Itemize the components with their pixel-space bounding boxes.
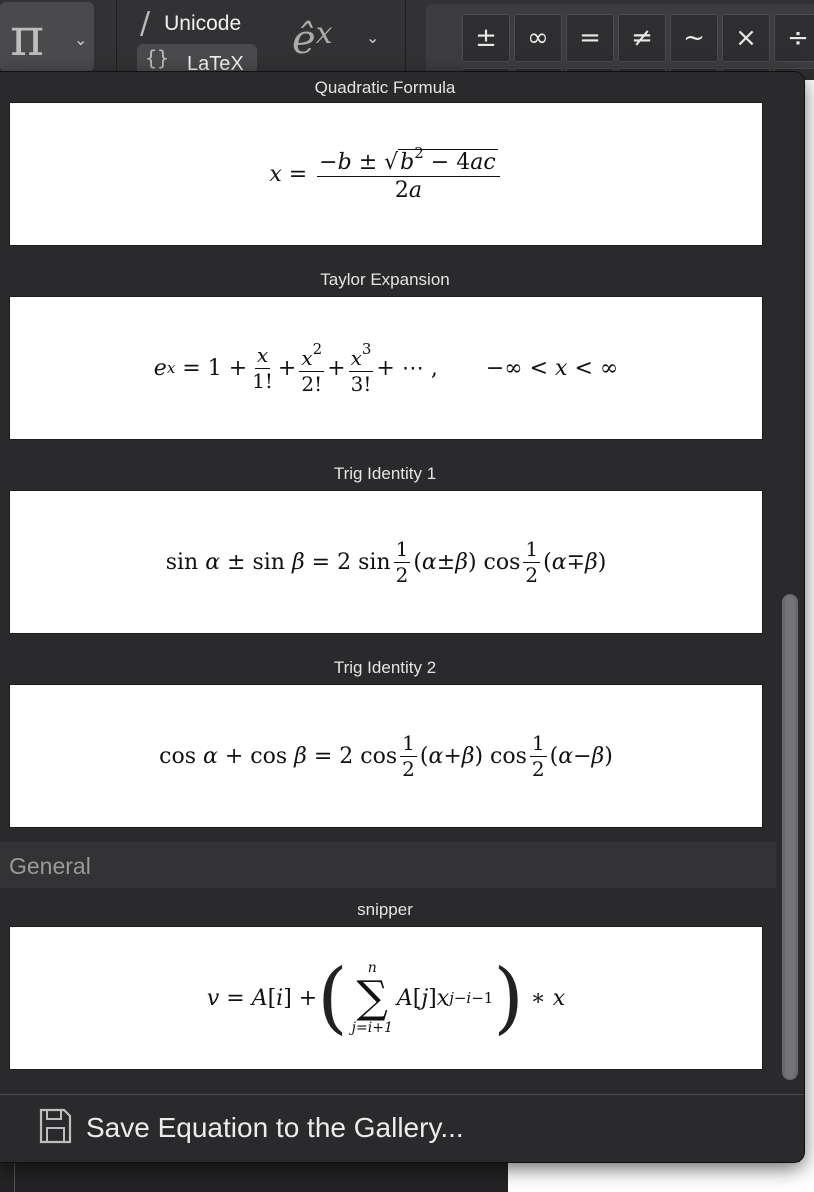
symbol-equals[interactable]: =: [566, 14, 614, 62]
equation-toolbar: π ⌄ / Unicode {} LaTeX êx ⌄ ± ∞ = ≠ ~ × ÷: [0, 0, 814, 86]
gallery-scroll-area[interactable]: Quadratic Formula x = −b ± √b2 − 4ac 2a T…: [0, 72, 776, 1082]
gallery-item-trig-identity-2[interactable]: cos α + cos β = 2 cos 1 2(α + β) cos 1 2(α −…: [9, 684, 763, 828]
unicode-mode-option[interactable]: / Unicode: [140, 6, 241, 41]
gallery-item-label: Taylor Expansion: [320, 270, 450, 289]
equation-gallery-popover: Quadratic Formula x = −b ± √b2 − 4ac 2a T…: [0, 72, 804, 1162]
symbol-not-equal[interactable]: ≠: [618, 14, 666, 62]
equation-style-button[interactable]: êx ⌄: [292, 16, 379, 63]
latex-mode-option[interactable]: {} LaTeX: [137, 44, 257, 75]
symbol-infinity[interactable]: ∞: [514, 14, 562, 62]
chevron-down-icon: ⌄: [74, 32, 88, 49]
symbol-divide[interactable]: ÷: [774, 14, 814, 62]
slash-icon: /: [140, 6, 151, 41]
braces-icon: {}: [145, 46, 170, 70]
equation-preview: sin α ± sin β = 2 sin 1 2(α ± β) cos 1 2(α ∓…: [165, 536, 607, 587]
equation-preview: v = A[i] + ( n ∑ j=i+1 A[j] x j−i−1 ) ∗ x: [206, 953, 566, 1043]
equation-preview: ex = 1 + x 1! + x2 2! + x3 3! + ⋯ , −∞ < x < ∞: [153, 339, 619, 396]
window-bottom: [0, 1162, 814, 1192]
gallery-scrollbar[interactable]: [782, 594, 798, 1080]
section-header-general: General: [0, 842, 776, 888]
save-button-label: Save Equation to the Gallery...: [86, 1112, 464, 1143]
unicode-label: Unicode: [164, 12, 242, 35]
gallery-item-snipper[interactable]: v = A[i] + ( n ∑ j=i+1 A[j] x j−i−1 ) ∗ x: [9, 926, 763, 1070]
ex-hat-icon: êx: [292, 16, 333, 63]
symbol-times[interactable]: ×: [722, 14, 770, 62]
gallery-item-quadratic-formula[interactable]: x = −b ± √b2 − 4ac 2a: [9, 102, 763, 246]
symbol-tilde[interactable]: ~: [670, 14, 718, 62]
equation-preview: cos α + cos β = 2 cos 1 2(α + β) cos 1 2(α −…: [159, 730, 613, 781]
gallery-item-label: Trig Identity 2: [333, 658, 437, 677]
gallery-item-label: Quadratic Formula: [314, 78, 456, 97]
pi-icon: π: [10, 8, 45, 68]
symbol-palette: ± ∞ = ≠ ~ × ÷: [426, 4, 814, 86]
gallery-item-label: Trig Identity 1: [333, 464, 437, 483]
symbol-plus-minus[interactable]: ±: [462, 14, 510, 62]
gallery-item-trig-identity-1[interactable]: sin α ± sin β = 2 sin 1 2(α ± β) cos 1 2(α ∓…: [9, 490, 763, 634]
floppy-disk-icon: [39, 1108, 72, 1144]
equation-menu-button[interactable]: π ⌄: [0, 2, 94, 72]
equation-preview: x = −b ± √b2 − 4ac 2a: [10, 103, 762, 245]
gallery-item-label: snipper: [357, 900, 413, 919]
section-title: General: [9, 853, 91, 879]
gallery-item-taylor-expansion[interactable]: ex = 1 + x 1! + x2 2! + x3 3! + ⋯ , −∞ < x < ∞: [9, 296, 763, 440]
chevron-down-icon: ⌄: [366, 28, 380, 47]
